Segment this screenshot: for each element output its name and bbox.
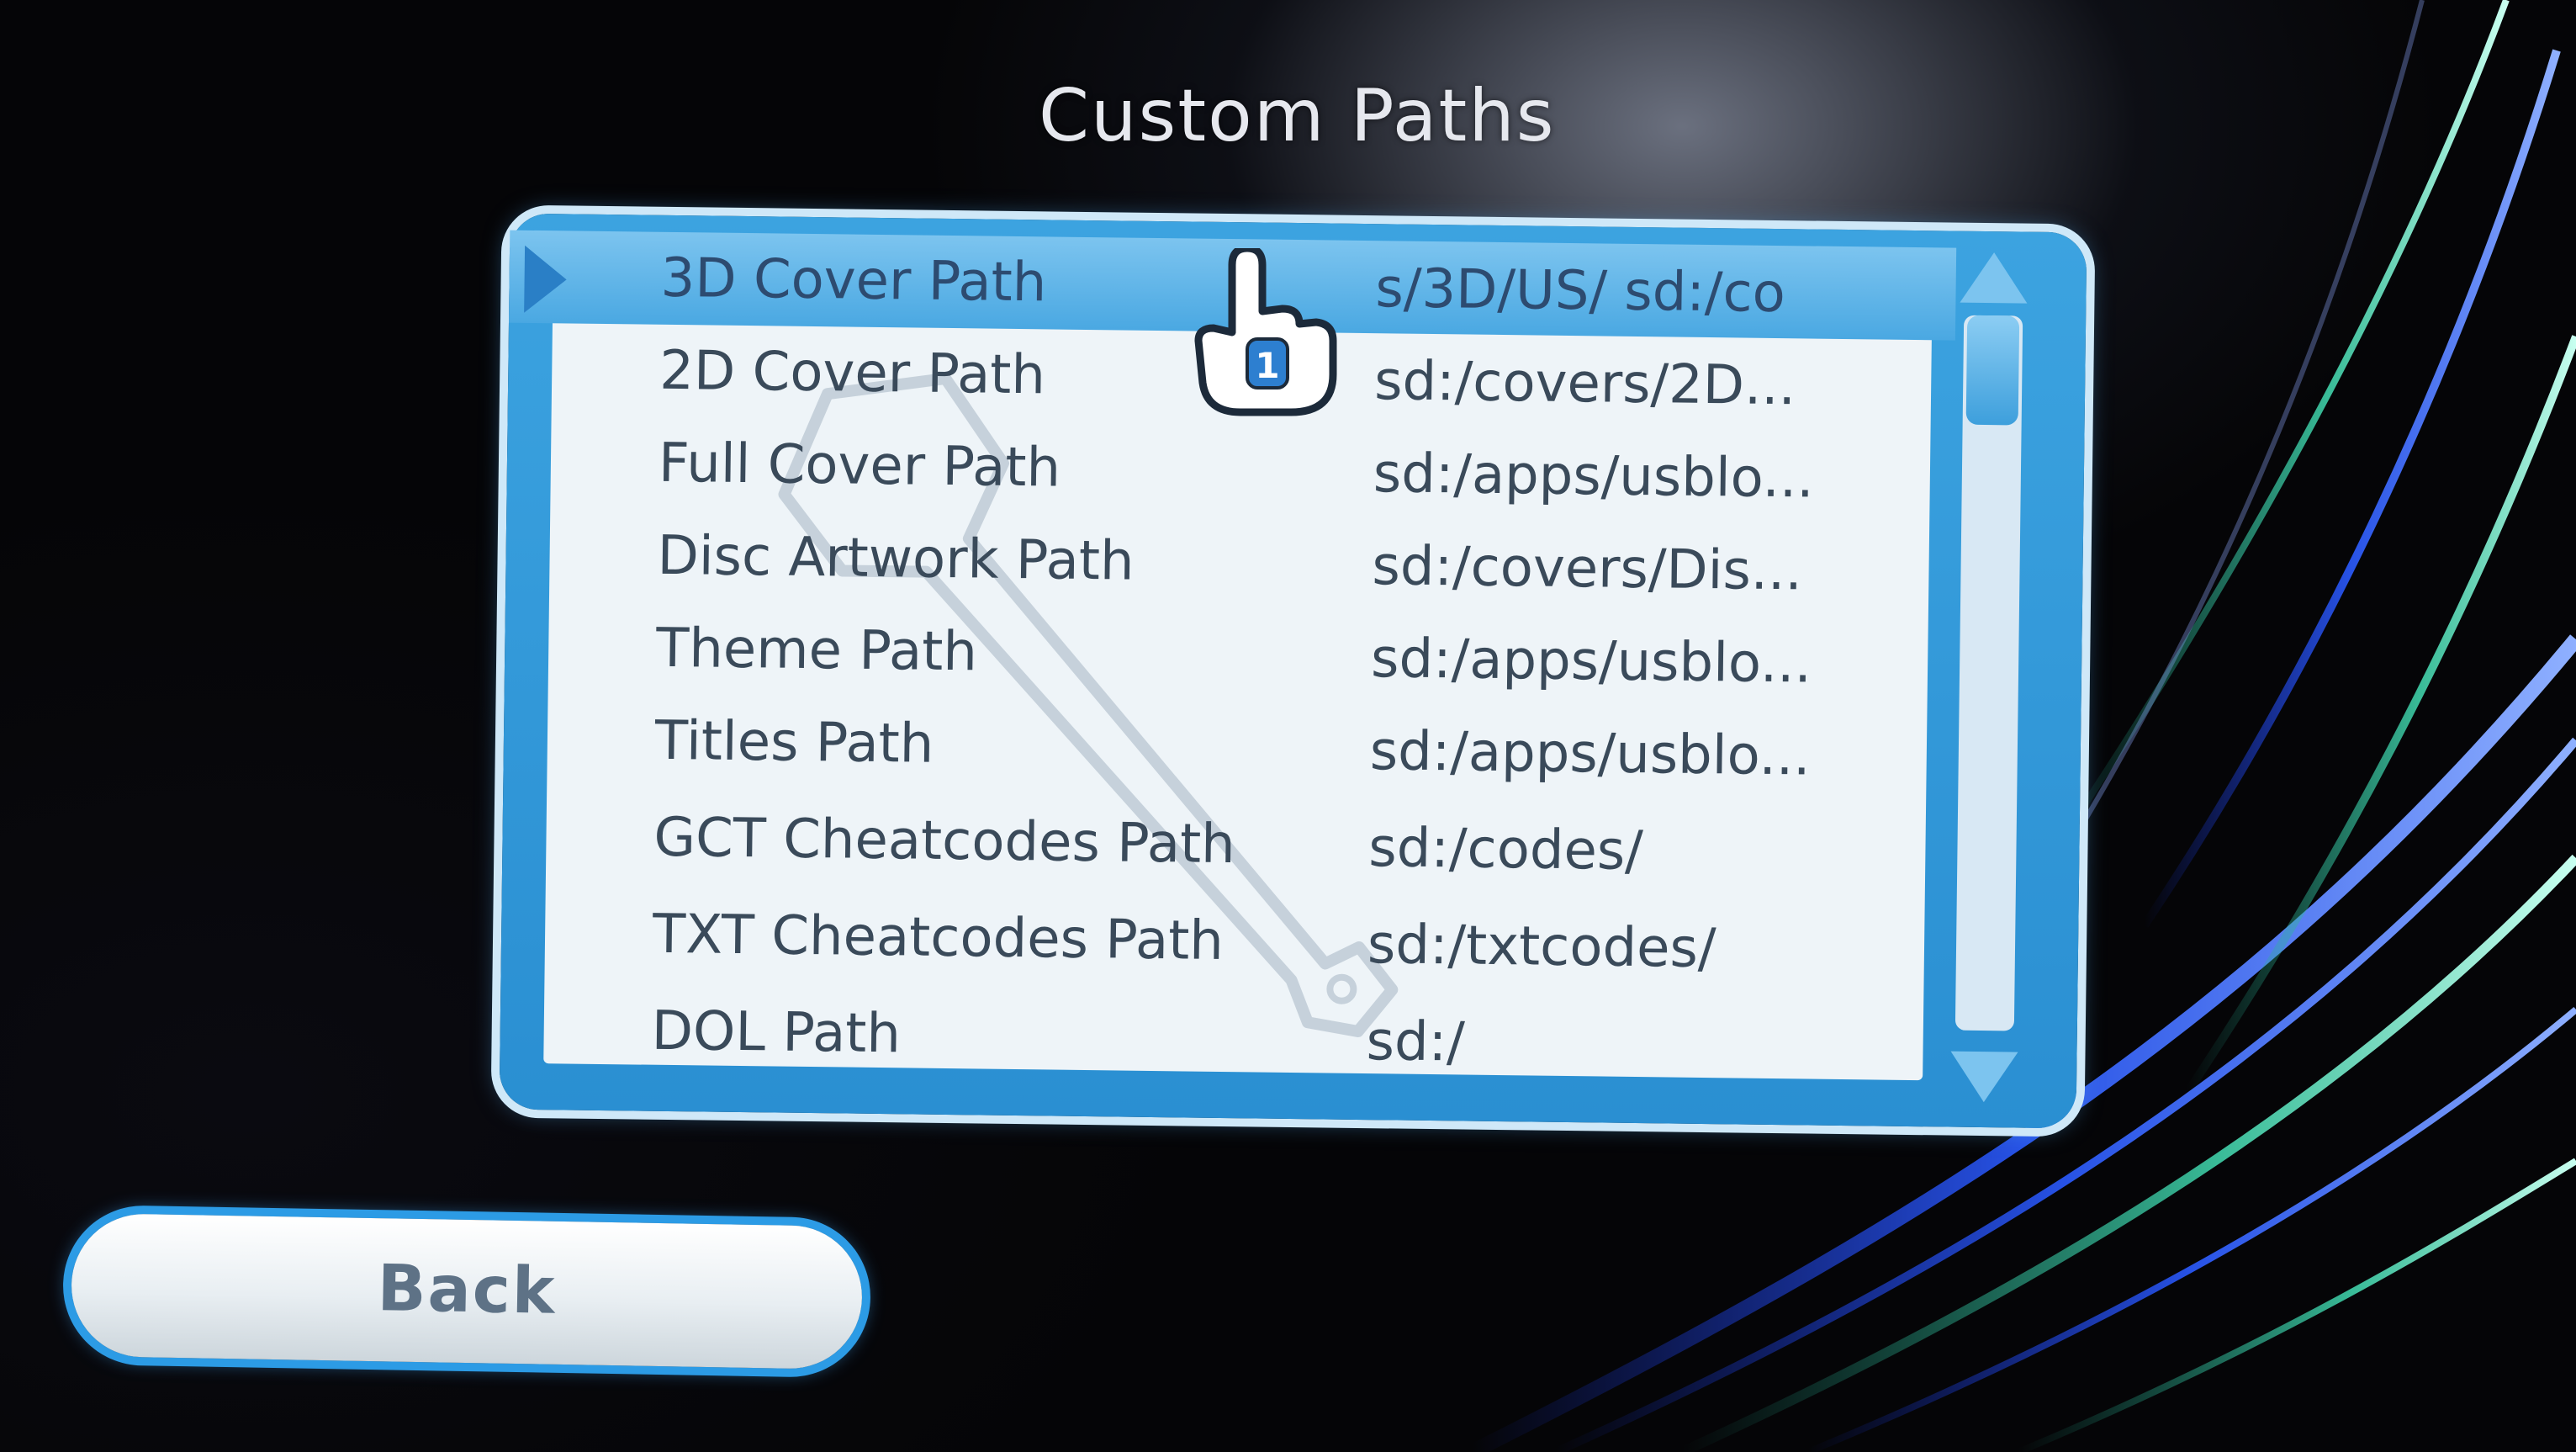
list-item-titles-path[interactable]: Titles Path sd:/apps/usblo... (503, 693, 1950, 803)
list-item-label: Full Cover Path (658, 432, 1061, 500)
list-item-label: Titles Path (654, 709, 934, 776)
list-item-value: sd:/txtcodes/ (1367, 914, 1716, 981)
screen-background: Custom Paths 3D Cover Path s/3D/US/ sd:/… (0, 0, 2576, 1452)
list-item-label: 3D Cover Path (660, 246, 1047, 315)
back-button-label: Back (376, 1250, 558, 1328)
selection-arrow-icon (524, 245, 568, 314)
list-item-label: 2D Cover Path (659, 339, 1046, 407)
list-item-label: Disc Artwork Path (657, 524, 1135, 593)
list-item-value: sd:/apps/usblo... (1369, 720, 1812, 788)
list-item-label: TXT Cheatcodes Path (652, 903, 1225, 973)
list-item-value: sd:/ (1366, 1010, 1466, 1074)
scroll-up-arrow-icon[interactable] (1960, 252, 2029, 304)
scrollbar-thumb[interactable] (1965, 315, 2020, 426)
scrollbar[interactable] (1938, 247, 2040, 1103)
list-item-value: sd:/covers/2D... (1373, 350, 1796, 418)
list-item-value: s/3D/US/ sd:/co (1375, 257, 1786, 326)
list-item-txt-cheatcodes-path[interactable]: TXT Cheatcodes Path sd:/txtcodes/ (500, 887, 1948, 997)
back-button[interactable]: Back (70, 1212, 864, 1370)
scroll-down-arrow-icon[interactable] (1949, 1051, 2018, 1103)
list-item-full-cover-path[interactable]: Full Cover Path sd:/apps/usblo... (506, 416, 1954, 526)
list-item-label: Theme Path (655, 617, 978, 684)
list-item-dol-path[interactable]: DOL Path sd:/ (500, 983, 1947, 1094)
list-item-gct-cheatcodes-path[interactable]: GCT Cheatcodes Path sd:/codes/ (502, 790, 1949, 900)
list-item-label: GCT Cheatcodes Path (653, 806, 1236, 877)
page-title: Custom Paths (1039, 74, 1556, 158)
list-item-value: sd:/covers/Dis... (1372, 535, 1803, 603)
player-number-label: 1 (1255, 345, 1279, 386)
list-item-label: DOL Path (651, 999, 902, 1066)
list-item-theme-path[interactable]: Theme Path sd:/apps/usblo... (505, 601, 1952, 711)
list-item-value: sd:/codes/ (1367, 817, 1644, 883)
list-item-value: sd:/apps/usblo... (1373, 442, 1815, 511)
list-item-disc-artwork-path[interactable]: Disc Artwork Path sd:/covers/Dis... (505, 508, 1953, 618)
hand-pointer-icon: 1 (1194, 248, 1337, 416)
list-item-value: sd:/apps/usblo... (1370, 628, 1812, 696)
